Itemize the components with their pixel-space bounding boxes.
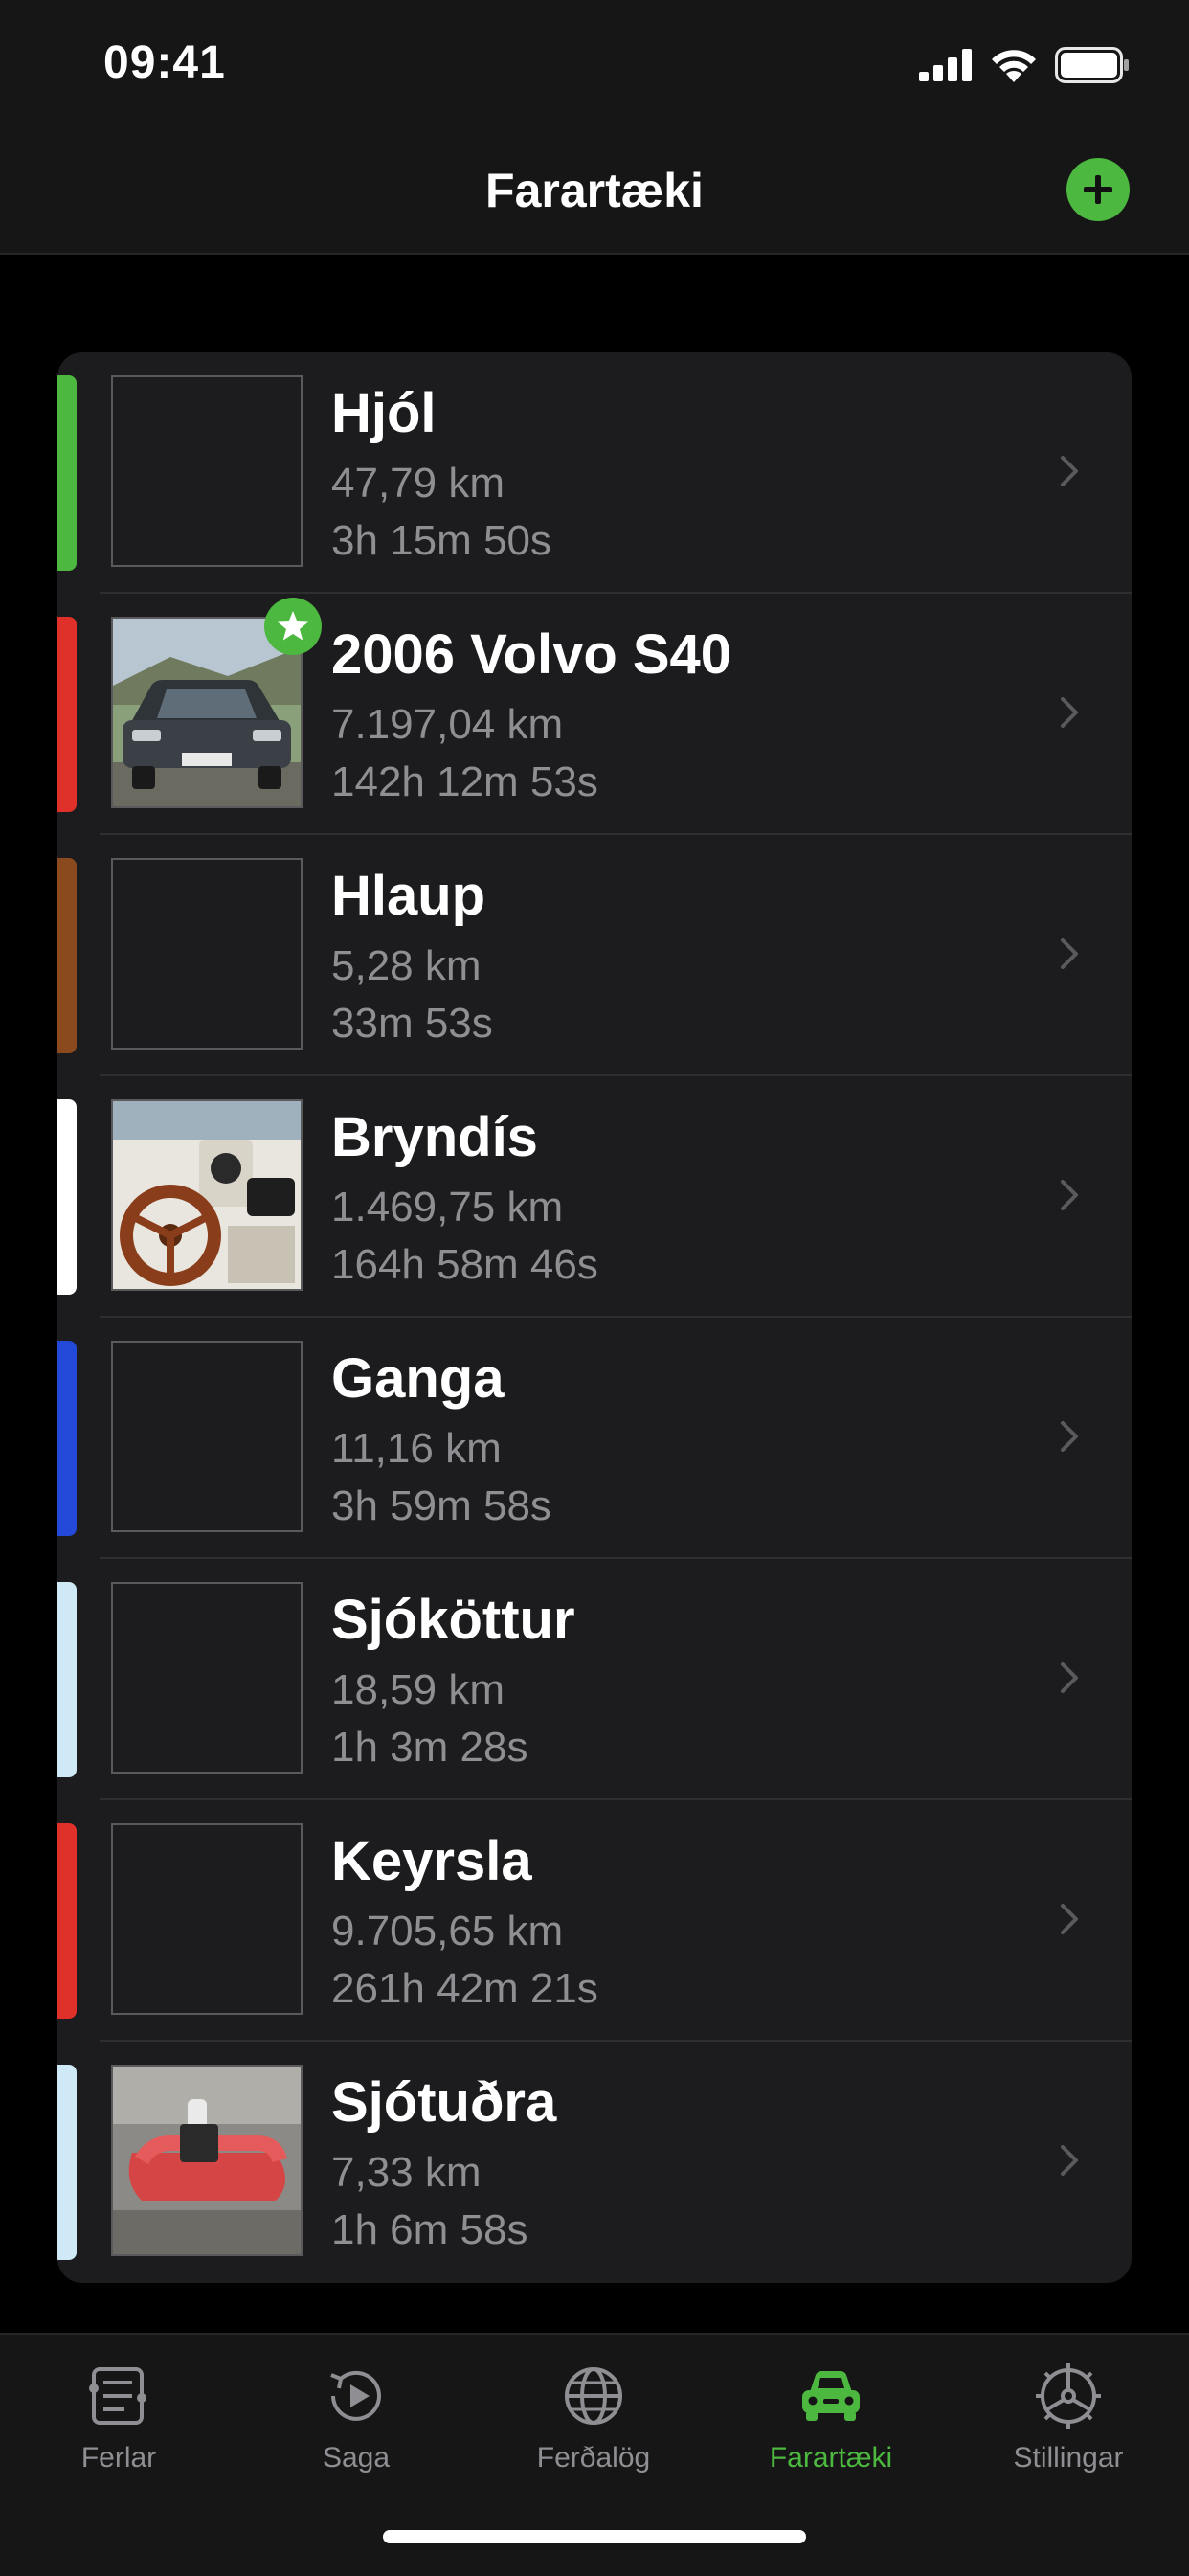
vehicle-color-bar <box>57 1823 77 2019</box>
vehicle-thumbnail-placeholder <box>111 375 303 567</box>
vehicle-duration: 164h 58m 46s <box>331 1241 598 1288</box>
vehicle-color-bar <box>57 1099 77 1295</box>
signal-icon <box>919 49 972 81</box>
vehicle-distance: 9.705,65 km <box>331 1908 564 1955</box>
vehicle-color-bar <box>57 1582 77 1777</box>
vehicle-row[interactable]: Sjótuðra 7,33 km 1h 6m 58s <box>57 2042 1132 2283</box>
vehicle-name: 2006 Volvo S40 <box>331 623 732 686</box>
status-bar: 09:41 <box>0 0 1189 134</box>
settings-wheel-icon <box>1036 2363 1101 2429</box>
vehicle-row[interactable]: Hjól 47,79 km 3h 15m 50s <box>57 352 1132 594</box>
vehicle-thumbnail-placeholder <box>111 1823 303 2015</box>
vehicle-row[interactable]: Sjóköttur 18,59 km 1h 3m 28s <box>57 1559 1132 1800</box>
vehicle-name: Hlaup <box>331 865 486 927</box>
vehicle-color-bar <box>57 1341 77 1536</box>
vehicle-color-bar <box>57 617 77 812</box>
vehicle-list: Hjól 47,79 km 3h 15m 50s 2006 Volvo S40 … <box>57 352 1132 2283</box>
tab-label: Ferðalög <box>536 2442 651 2474</box>
home-indicator <box>383 2530 806 2543</box>
battery-icon <box>1055 47 1129 83</box>
chevron-right-icon <box>1061 1421 1078 1452</box>
boat-dashboard-photo <box>111 1099 303 1291</box>
add-vehicle-button[interactable] <box>1066 158 1130 221</box>
tab-ferlar[interactable]: Ferlar <box>0 2360 237 2494</box>
vehicle-name: Sjótuðra <box>331 2071 557 2134</box>
vehicle-distance: 1.469,75 km <box>331 1184 564 1231</box>
tab-label: Farartæki <box>769 2442 893 2474</box>
globe-icon <box>565 2367 622 2425</box>
favorite-star-icon <box>264 598 322 655</box>
vehicle-color-bar <box>57 858 77 1053</box>
tab-label: Saga <box>322 2442 391 2474</box>
chevron-right-icon <box>1061 1662 1078 1693</box>
navigation-bar: Farartæki <box>0 134 1189 255</box>
vehicle-duration: 142h 12m 53s <box>331 758 598 805</box>
vehicle-name: Sjóköttur <box>331 1589 575 1651</box>
vehicle-name: Ganga <box>331 1347 505 1410</box>
vehicle-duration: 1h 3m 28s <box>331 1724 528 1771</box>
vehicle-row[interactable]: Keyrsla 9.705,65 km 261h 42m 21s <box>57 1800 1132 2042</box>
chevron-right-icon <box>1061 456 1078 486</box>
vehicle-row[interactable]: Bryndís 1.469,75 km 164h 58m 46s <box>57 1076 1132 1318</box>
chevron-right-icon <box>1061 1180 1078 1210</box>
vehicle-duration: 3h 15m 50s <box>331 517 551 564</box>
status-icons <box>919 46 1130 84</box>
chevron-right-icon <box>1061 938 1078 969</box>
vehicle-name: Keyrsla <box>331 1830 532 1892</box>
vehicle-thumbnail-placeholder <box>111 858 303 1050</box>
vehicle-distance: 18,59 km <box>331 1666 505 1713</box>
vehicle-thumbnail-placeholder <box>111 1582 303 1774</box>
chevron-right-icon <box>1061 1904 1078 1934</box>
chevron-right-icon <box>1061 697 1078 728</box>
vehicle-duration: 33m 53s <box>331 1000 493 1047</box>
vehicle-color-bar <box>57 375 77 571</box>
vehicle-duration: 3h 59m 58s <box>331 1482 551 1529</box>
vehicle-distance: 7,33 km <box>331 2149 482 2196</box>
vehicle-distance: 47,79 km <box>331 460 505 507</box>
history-play-icon <box>330 2370 381 2421</box>
inflatable-boat-photo <box>111 2065 303 2256</box>
wifi-icon <box>992 50 1036 82</box>
vehicle-duration: 261h 42m 21s <box>331 1965 598 2012</box>
list-icon <box>89 2367 146 2425</box>
chevron-right-icon <box>1061 2145 1078 2176</box>
vehicle-row[interactable]: Ganga 11,16 km 3h 59m 58s <box>57 1318 1132 1559</box>
tab-stillingar[interactable]: Stillingar <box>950 2360 1187 2494</box>
vehicle-row[interactable]: Hlaup 5,28 km 33m 53s <box>57 835 1132 1076</box>
tab-farartaeki[interactable]: Farartæki <box>712 2360 950 2494</box>
tab-saga[interactable]: Saga <box>237 2360 475 2494</box>
vehicle-distance: 5,28 km <box>331 942 482 989</box>
tab-label: Stillingar <box>1013 2442 1124 2474</box>
vehicle-thumbnail-placeholder <box>111 1341 303 1532</box>
vehicle-distance: 7.197,04 km <box>331 701 564 748</box>
vehicle-distance: 11,16 km <box>331 1425 502 1472</box>
page-title: Farartæki <box>485 164 704 217</box>
vehicle-name: Bryndís <box>331 1106 538 1168</box>
vehicle-name: Hjól <box>331 382 437 444</box>
plus-icon <box>1084 175 1112 204</box>
vehicle-color-bar <box>57 2065 77 2260</box>
vehicle-row[interactable]: 2006 Volvo S40 7.197,04 km 142h 12m 53s <box>57 594 1132 835</box>
tab-ferdalog[interactable]: Ferðalög <box>475 2360 712 2494</box>
car-icon <box>802 2371 860 2421</box>
tab-label: Ferlar <box>80 2442 157 2474</box>
vehicle-duration: 1h 6m 58s <box>331 2206 528 2253</box>
status-time: 09:41 <box>103 37 226 88</box>
